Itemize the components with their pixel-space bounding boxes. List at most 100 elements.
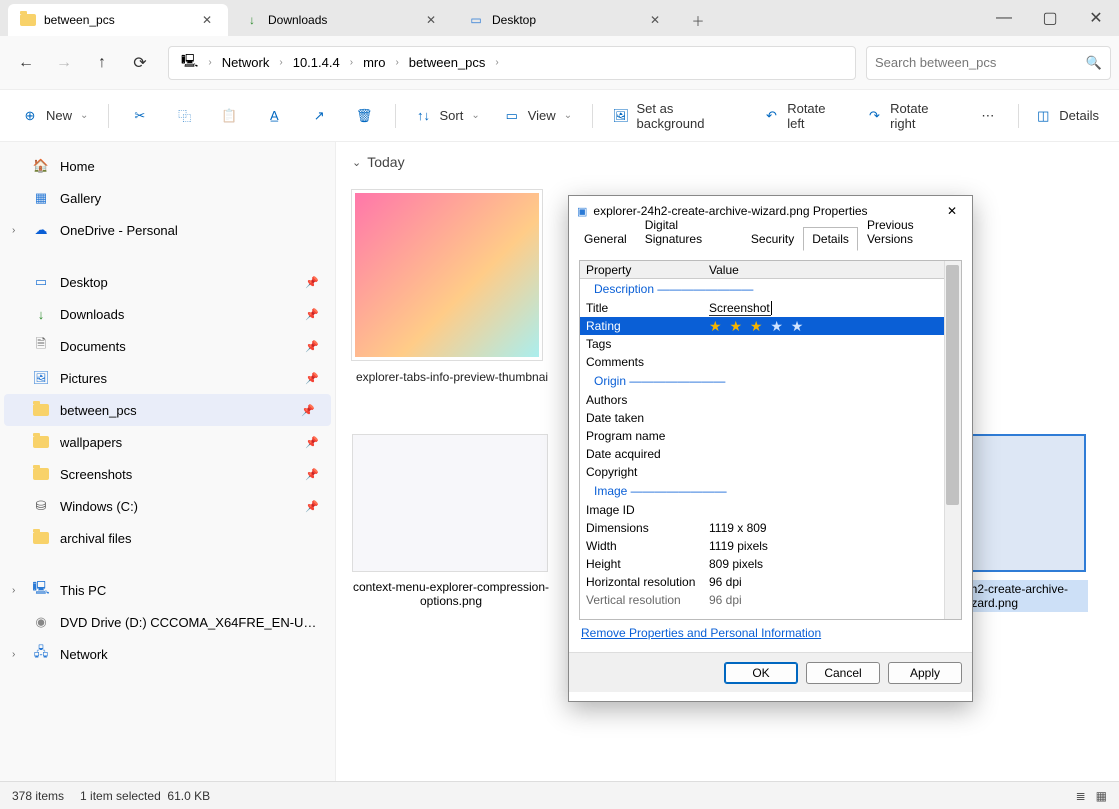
sidebar-item-between-pcs[interactable]: between_pcs📌	[4, 394, 331, 426]
section-image: Image ————————	[580, 481, 961, 501]
view-button[interactable]: ▭View⌄	[494, 98, 582, 134]
prop-tags[interactable]: Tags	[580, 335, 961, 353]
close-tab-icon[interactable]: ✕	[650, 13, 664, 27]
crumb-network[interactable]: Network	[216, 55, 276, 70]
prop-dimensions[interactable]: Dimensions1119 x 809	[580, 519, 961, 537]
share-button[interactable]: ↗	[299, 98, 340, 134]
tab-previous-versions[interactable]: Previous Versions	[858, 213, 966, 251]
prop-image-id[interactable]: Image ID	[580, 501, 961, 519]
prop-comments[interactable]: Comments	[580, 353, 961, 371]
section-origin: Origin ————————	[580, 371, 961, 391]
crumb-between-pcs[interactable]: between_pcs	[403, 55, 492, 70]
chevron-down-icon: ⌄	[352, 156, 361, 169]
group-today[interactable]: ⌄Today	[352, 154, 1103, 170]
chevron-right-icon: ›	[12, 649, 15, 660]
properties-dialog: ▣ explorer-24h2-create-archive-wizard.pn…	[568, 195, 973, 702]
cut-button[interactable]: ✂	[119, 98, 160, 134]
title-input[interactable]: Screenshot	[709, 301, 771, 316]
prop-rating[interactable]: Rating★ ★ ★ ★ ★	[580, 317, 961, 335]
set-background-button[interactable]: 🖼Set as background	[603, 98, 750, 134]
file-item[interactable]: explorer-tabs-info-preview-thumbnai	[352, 190, 552, 384]
prop-vres[interactable]: Vertical resolution96 dpi	[580, 591, 961, 609]
tab-label: between_pcs	[44, 13, 194, 27]
sidebar-item-documents[interactable]: 🗎Documents📌	[0, 330, 335, 362]
minimize-button[interactable]: —	[981, 0, 1027, 36]
paste-button[interactable]: 📋	[209, 98, 250, 134]
sidebar-item-this-pc[interactable]: ›🖳This PC	[0, 574, 335, 606]
back-button[interactable]: ←	[8, 45, 44, 81]
property-grid[interactable]: Property Value Description ———————— Titl…	[579, 260, 962, 620]
prop-hres[interactable]: Horizontal resolution96 dpi	[580, 573, 961, 591]
section-description: Description ————————	[580, 279, 961, 299]
cancel-button[interactable]: Cancel	[806, 662, 880, 684]
tab-signatures[interactable]: Digital Signatures	[636, 213, 742, 251]
rotate-left-button[interactable]: ↶Rotate left	[754, 98, 853, 134]
refresh-button[interactable]: ⟳	[122, 45, 158, 81]
pin-icon: 📌	[305, 436, 319, 449]
sidebar-item-drive-c[interactable]: ⛁Windows (C:)📌	[0, 490, 335, 522]
sidebar-item-screenshots[interactable]: Screenshots📌	[0, 458, 335, 490]
crumb-mro[interactable]: mro	[357, 55, 391, 70]
ok-button[interactable]: OK	[724, 662, 798, 684]
picture-icon: 🖼	[32, 369, 50, 387]
sidebar-item-wallpapers[interactable]: wallpapers📌	[0, 426, 335, 458]
thumbnail	[352, 190, 542, 360]
prop-authors[interactable]: Authors	[580, 391, 961, 409]
thumbnail	[352, 434, 548, 572]
rotate-right-button[interactable]: ↷Rotate right	[857, 98, 964, 134]
apply-button[interactable]: Apply	[888, 662, 962, 684]
prop-date-taken[interactable]: Date taken	[580, 409, 961, 427]
tab-between-pcs[interactable]: between_pcs ✕	[8, 4, 228, 36]
maximize-button[interactable]: ▢	[1027, 0, 1073, 36]
prop-title[interactable]: TitleScreenshot​	[580, 299, 961, 317]
prop-width[interactable]: Width1119 pixels	[580, 537, 961, 555]
tab-bar: between_pcs ✕ ↓ Downloads ✕ ▭ Desktop ✕ …	[0, 0, 1119, 36]
more-button[interactable]: ⋯	[967, 98, 1008, 134]
tab-label: Desktop	[492, 13, 642, 27]
tab-downloads[interactable]: ↓ Downloads ✕	[232, 4, 452, 36]
tab-general[interactable]: General	[575, 227, 636, 251]
sort-button[interactable]: ↑↓Sort⌄	[406, 98, 490, 134]
close-tab-icon[interactable]: ✕	[202, 13, 216, 27]
file-item[interactable]: context-menu-explorer-compression-option…	[352, 434, 550, 612]
prop-height[interactable]: Height809 pixels	[580, 555, 961, 573]
prop-program-name[interactable]: Program name	[580, 427, 961, 445]
sidebar-item-onedrive[interactable]: ›☁OneDrive - Personal	[0, 214, 335, 246]
details-pane-button[interactable]: ◫Details	[1025, 98, 1107, 134]
tab-details[interactable]: Details	[803, 227, 858, 251]
crumb-ip[interactable]: 10.1.4.4	[287, 55, 346, 70]
sidebar-item-home[interactable]: 🏠Home	[0, 150, 335, 182]
scrollbar-thumb[interactable]	[946, 265, 959, 505]
copy-button[interactable]: ⿻	[164, 98, 205, 134]
search-input[interactable]: Search between_pcs 🔍	[866, 46, 1111, 80]
close-tab-icon[interactable]: ✕	[426, 13, 440, 27]
prop-copyright[interactable]: Copyright	[580, 463, 961, 481]
sidebar-item-downloads[interactable]: ↓Downloads📌	[0, 298, 335, 330]
details-view-icon[interactable]: ≣	[1076, 789, 1086, 803]
sidebar-item-archival[interactable]: archival files	[0, 522, 335, 554]
scrollbar[interactable]	[944, 261, 961, 619]
tab-desktop[interactable]: ▭ Desktop ✕	[456, 4, 676, 36]
prop-date-acquired[interactable]: Date acquired	[580, 445, 961, 463]
large-icons-view-icon[interactable]: ▦	[1096, 789, 1107, 803]
chevron-right-icon: ›	[12, 225, 15, 236]
sidebar-item-network[interactable]: ›🖧Network	[0, 638, 335, 670]
sidebar-item-desktop[interactable]: ▭Desktop📌	[0, 266, 335, 298]
file-name: context-menu-explorer-compression-option…	[352, 580, 550, 608]
sidebar-item-gallery[interactable]: ▦Gallery	[0, 182, 335, 214]
remove-properties-link[interactable]: Remove Properties and Personal Informati…	[579, 620, 962, 646]
forward-button[interactable]: →	[46, 45, 82, 81]
chevron-right-icon: ›	[12, 585, 15, 596]
sidebar-item-dvd[interactable]: ◉DVD Drive (D:) CCCOMA_X64FRE_EN-US_DV9	[0, 606, 335, 638]
new-tab-button[interactable]: ＋	[680, 4, 716, 36]
folder-icon	[32, 465, 50, 483]
delete-button[interactable]: 🗑	[344, 98, 385, 134]
tab-security[interactable]: Security	[742, 227, 803, 251]
folder-icon	[32, 433, 50, 451]
close-window-button[interactable]: ✕	[1073, 0, 1119, 36]
sidebar-item-pictures[interactable]: 🖼Pictures📌	[0, 362, 335, 394]
new-button[interactable]: ⊕New⌄	[12, 98, 98, 134]
rename-button[interactable]: A̲	[254, 98, 295, 134]
breadcrumb[interactable]: 🖳› Network› 10.1.4.4› mro› between_pcs›	[168, 46, 856, 80]
up-button[interactable]: ↑	[84, 45, 120, 81]
